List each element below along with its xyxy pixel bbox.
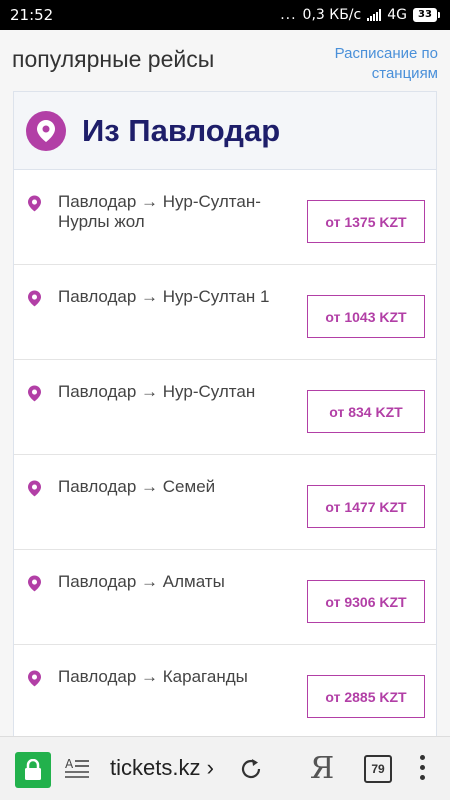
location-pin-icon xyxy=(28,575,41,592)
tabs-icon[interactable]: 79 xyxy=(364,755,392,783)
price-button[interactable]: от 1043 KZT xyxy=(307,295,425,338)
route-item[interactable]: Павлодар → Нур-Султан от 834 KZT xyxy=(14,360,436,455)
network-speed: 0,3 КБ/с xyxy=(302,7,362,23)
battery-level: 33 xyxy=(413,8,437,22)
status-indicators: ... 0,3 КБ/с 4G 33 xyxy=(280,7,440,23)
price-button[interactable]: от 1477 KZT xyxy=(307,485,425,528)
route-name[interactable]: Павлодар → Алматы xyxy=(58,572,298,592)
svg-text:A: A xyxy=(65,757,74,771)
more-icon[interactable] xyxy=(420,755,425,780)
location-pin-icon xyxy=(28,480,41,497)
location-pin-icon xyxy=(28,290,41,307)
route-item[interactable]: Павлодар → Караганды от 2885 KZT xyxy=(14,645,436,736)
location-pin-icon xyxy=(28,195,41,212)
route-name[interactable]: Павлодар → Нур-Султан 1 xyxy=(58,287,298,307)
routes-card: Из Павлодар Павлодар → Нур-Султан-Нурлы … xyxy=(13,91,437,736)
clock: 21:52 xyxy=(10,6,54,24)
route-item[interactable]: Павлодар → Нур-Султан 1 от 1043 KZT xyxy=(14,265,436,360)
signal-icon xyxy=(367,9,382,21)
yandex-icon[interactable]: Я xyxy=(310,751,334,786)
route-item[interactable]: Павлодар → Семей от 1477 KZT xyxy=(14,455,436,550)
reload-icon[interactable] xyxy=(238,756,264,782)
page-header: популярные рейсы Расписание по станциям xyxy=(0,30,450,90)
route-name[interactable]: Павлодар → Нур-Султан xyxy=(58,382,298,402)
location-pin-icon xyxy=(28,670,41,687)
browser-bottom-bar: A tickets.kz › Я 79 xyxy=(0,736,450,800)
lock-icon[interactable] xyxy=(15,752,51,788)
route-name[interactable]: Павлодар → Семей xyxy=(58,477,298,497)
card-title: Из Павлодар xyxy=(82,112,281,148)
price-button[interactable]: от 2885 KZT xyxy=(307,675,425,718)
location-pin-icon xyxy=(26,110,66,151)
section-title: популярные рейсы xyxy=(12,46,215,72)
price-button[interactable]: от 1375 KZT xyxy=(307,200,425,243)
reader-mode-icon[interactable]: A xyxy=(64,756,90,782)
route-item[interactable]: Павлодар → Алматы от 9306 KZT xyxy=(14,550,436,645)
address-bar-url[interactable]: tickets.kz › xyxy=(110,755,214,781)
route-name[interactable]: Павлодар → Нур-Султан-Нурлы жол xyxy=(58,192,298,232)
battery-icon: 33 xyxy=(413,8,440,22)
card-header: Из Павлодар xyxy=(14,92,436,170)
location-pin-icon xyxy=(28,385,41,402)
schedule-by-stations-link[interactable]: Расписание по станциям xyxy=(308,44,438,84)
route-name[interactable]: Павлодар → Караганды xyxy=(58,667,298,687)
price-button[interactable]: от 834 KZT xyxy=(307,390,425,433)
price-button[interactable]: от 9306 KZT xyxy=(307,580,425,623)
status-bar: 21:52 ... 0,3 КБ/с 4G 33 xyxy=(0,0,450,30)
network-type: 4G xyxy=(387,7,407,23)
route-item[interactable]: Павлодар → Нур-Султан-Нурлы жол от 1375 … xyxy=(14,170,436,265)
notification-dots: ... xyxy=(280,7,297,23)
